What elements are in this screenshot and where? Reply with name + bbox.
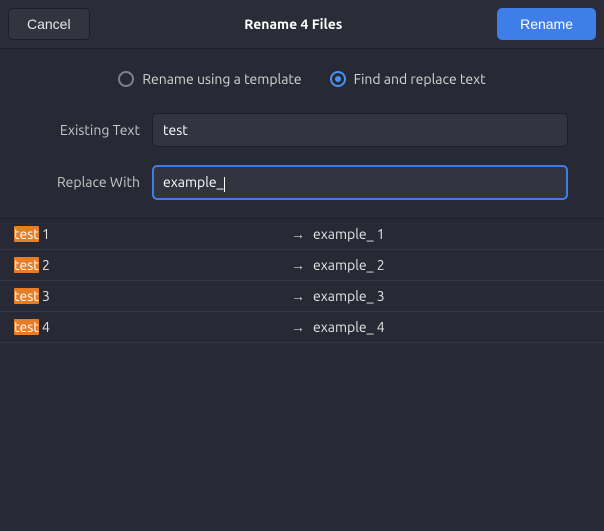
radio-find-replace-label: Find and replace text — [354, 71, 486, 87]
old-name: test 1 — [14, 226, 291, 242]
arrow-icon: → — [291, 288, 313, 304]
preview-list: test 1 → example_ 1 test 2 → example_ 2 … — [0, 218, 604, 343]
mode-selector: Rename using a template Find and replace… — [0, 49, 604, 105]
arrow-icon: → — [291, 257, 313, 273]
find-replace-form: Existing Text test Replace With example_ — [0, 105, 604, 218]
text-caret-icon — [224, 177, 225, 192]
radio-template[interactable]: Rename using a template — [118, 71, 301, 87]
arrow-icon: → — [291, 319, 313, 335]
replace-with-input[interactable]: example_ — [152, 165, 568, 200]
preview-row: test 3 → example_ 3 — [0, 281, 604, 311]
new-name: example_ 2 — [313, 257, 590, 273]
old-name: test 4 — [14, 319, 291, 335]
dialog-header: Cancel Rename 4 Files Rename — [0, 0, 604, 49]
replace-with-value: example_ — [163, 174, 224, 190]
match-highlight: test — [14, 257, 39, 273]
new-name: example_ 4 — [313, 319, 590, 335]
old-name: test 3 — [14, 288, 291, 304]
existing-text-input[interactable]: test — [152, 113, 568, 147]
old-name: test 2 — [14, 257, 291, 273]
radio-icon — [118, 71, 134, 87]
dialog-title: Rename 4 Files — [244, 16, 342, 32]
arrow-icon: → — [291, 226, 313, 242]
radio-icon — [330, 71, 346, 87]
preview-row: test 2 → example_ 2 — [0, 250, 604, 280]
new-name: example_ 3 — [313, 288, 590, 304]
cancel-button[interactable]: Cancel — [8, 8, 90, 40]
radio-template-label: Rename using a template — [142, 71, 301, 87]
match-highlight: test — [14, 226, 39, 242]
preview-row: test 1 → example_ 1 — [0, 219, 604, 249]
existing-text-label: Existing Text — [0, 122, 140, 138]
replace-with-label: Replace With — [0, 174, 140, 190]
preview-row: test 4 → example_ 4 — [0, 312, 604, 342]
match-highlight: test — [14, 319, 39, 335]
match-highlight: test — [14, 288, 39, 304]
radio-find-replace[interactable]: Find and replace text — [330, 71, 486, 87]
new-name: example_ 1 — [313, 226, 590, 242]
rename-button[interactable]: Rename — [497, 8, 596, 40]
